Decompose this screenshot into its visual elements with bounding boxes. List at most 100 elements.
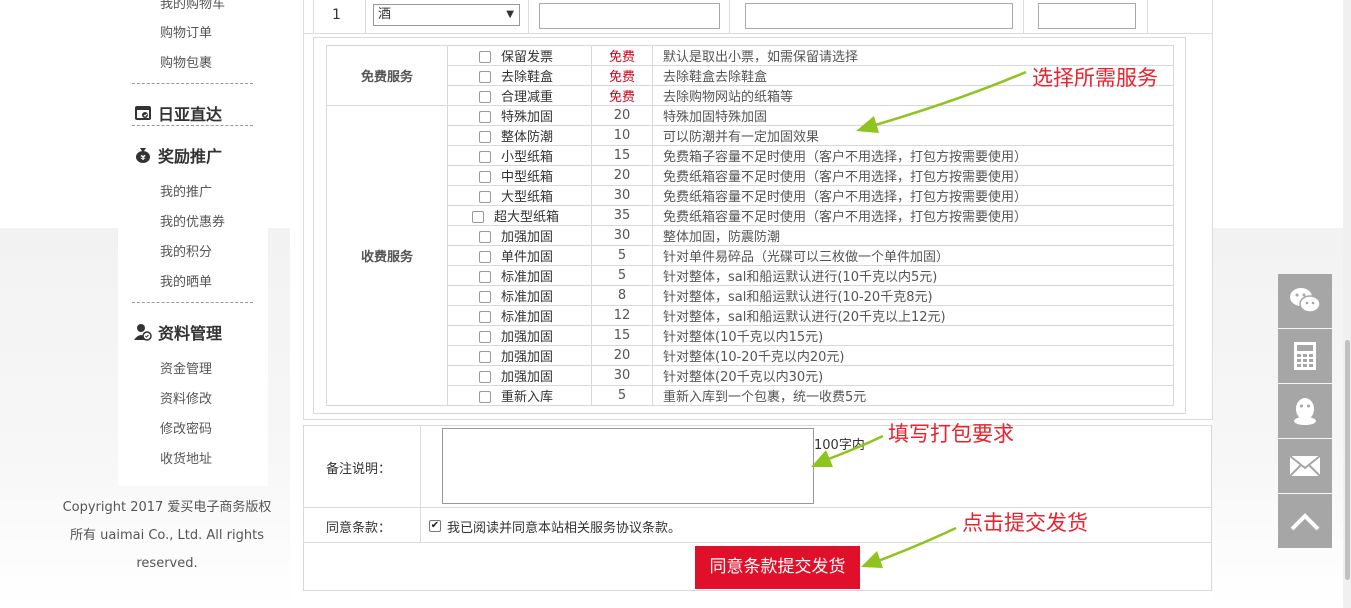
service-option[interactable]: 合理减重 <box>447 85 592 106</box>
mail-icon <box>1289 455 1321 477</box>
service-name: 大型纸箱 <box>501 190 554 205</box>
service-option[interactable]: 小型纸箱 <box>447 145 592 166</box>
sidebar-link-funds[interactable]: 资金管理 <box>160 358 212 377</box>
service-description: 针对整体，sal和船运默认进行(20千克以上12元) <box>652 305 1174 326</box>
sidebar-section-japan[interactable]: 日亚直达 <box>134 101 222 125</box>
qq-button[interactable] <box>1278 384 1332 438</box>
calculator-button[interactable] <box>1278 329 1332 383</box>
service-price: 15 <box>591 145 653 166</box>
service-option[interactable]: 大型纸箱 <box>447 185 592 206</box>
service-checkbox[interactable] <box>479 111 491 123</box>
service-option[interactable]: 加强加固 <box>447 365 592 386</box>
annotation-fill-requirements: 填写打包要求 <box>888 422 1014 446</box>
sidebar-link-parcels[interactable]: 购物包裹 <box>160 52 212 71</box>
remark-textarea[interactable] <box>442 428 814 504</box>
sidebar-link-points[interactable]: 我的积分 <box>160 241 212 260</box>
service-option[interactable]: 重新入库 <box>447 385 592 406</box>
sidebar-divider <box>132 83 253 84</box>
service-checkbox[interactable] <box>479 291 491 303</box>
service-option[interactable]: 保留发票 <box>447 45 592 66</box>
service-checkbox[interactable] <box>479 271 491 283</box>
sidebar-section-profile-label: 资料管理 <box>158 324 223 343</box>
service-price: 20 <box>591 165 653 186</box>
category-select[interactable]: 酒 ▼ <box>373 4 520 26</box>
service-checkbox[interactable] <box>479 391 491 403</box>
service-checkbox[interactable] <box>479 151 491 163</box>
service-checkbox[interactable] <box>479 231 491 243</box>
main-border-left <box>303 0 304 420</box>
service-option[interactable]: 中型纸箱 <box>447 165 592 186</box>
sidebar-link-address[interactable]: 收货地址 <box>160 448 212 467</box>
service-row: 单件加固 5 针对单件易碎品（光碟可以三枚做一个单件加固） <box>327 245 1174 266</box>
service-name: 保留发票 <box>501 50 554 65</box>
service-row: 加强加固 30 整体加固，防震防潮 <box>327 225 1174 246</box>
service-price: 5 <box>591 265 653 286</box>
back-to-top-button[interactable] <box>1278 494 1332 548</box>
service-name: 加强加固 <box>501 230 554 245</box>
service-option[interactable]: 单件加固 <box>447 245 592 266</box>
service-name: 加强加固 <box>501 350 554 365</box>
service-price: 免费 <box>591 45 653 66</box>
item-url-input[interactable] <box>745 3 1013 29</box>
terms-checkbox[interactable]: ✔ <box>429 520 441 532</box>
form-col-divider <box>420 425 421 542</box>
service-option[interactable]: 特殊加固 <box>447 105 592 126</box>
service-option[interactable]: 加强加固 <box>447 225 592 246</box>
item-col-divider <box>365 0 366 33</box>
annotation-click-submit: 点击提交发货 <box>962 511 1088 535</box>
service-name: 加强加固 <box>501 330 554 345</box>
sidebar-link-change-password[interactable]: 修改密码 <box>160 418 212 437</box>
item-name-input[interactable] <box>539 3 720 29</box>
service-name: 特殊加固 <box>501 110 554 125</box>
item-col-divider <box>729 0 730 33</box>
mail-button[interactable] <box>1278 439 1332 493</box>
service-price: 15 <box>591 325 653 346</box>
service-option[interactable]: 标准加固 <box>447 305 592 326</box>
service-checkbox[interactable] <box>479 171 491 183</box>
sidebar-link-promotion[interactable]: 我的推广 <box>160 181 212 200</box>
wechat-button[interactable] <box>1278 274 1332 328</box>
service-checkbox[interactable] <box>479 71 491 83</box>
service-checkbox[interactable] <box>479 311 491 323</box>
service-description: 免费纸箱容量不足时使用（客户不用选择，打包方按需要使用） <box>652 165 1174 186</box>
service-checkbox[interactable] <box>479 251 491 263</box>
sidebar-link-orders[interactable]: 购物订单 <box>160 22 212 41</box>
service-name: 整体防潮 <box>501 130 554 145</box>
service-description: 免费纸箱容量不足时使用（客户不用选择，打包方按需要使用） <box>652 185 1174 206</box>
service-row: 加强加固 15 针对整体(10千克以内15元) <box>327 325 1174 346</box>
service-checkbox[interactable] <box>479 51 491 63</box>
service-checkbox[interactable] <box>479 91 491 103</box>
service-checkbox[interactable] <box>479 131 491 143</box>
main-border-right <box>1212 0 1213 420</box>
service-option[interactable]: 标准加固 <box>447 265 592 286</box>
service-row: 加强加固 30 针对整体(20千克以内30元) <box>327 365 1174 386</box>
service-option[interactable]: 加强加固 <box>447 325 592 346</box>
service-option[interactable]: 标准加固 <box>447 285 592 306</box>
user-settings-icon <box>134 324 152 341</box>
service-checkbox[interactable] <box>479 191 491 203</box>
paid-services-label: 收费服务 <box>326 105 448 406</box>
item-row-bottom <box>303 33 1213 34</box>
service-option[interactable]: 加强加固 <box>447 345 592 366</box>
service-name: 小型纸箱 <box>501 150 554 165</box>
service-option[interactable]: 超大型纸箱 <box>447 205 592 226</box>
service-row: 收费服务 特殊加固 20 特殊加固特殊加固 <box>326 105 1174 406</box>
service-checkbox[interactable] <box>479 331 491 343</box>
submit-button[interactable]: 同意条款提交发货 <box>695 546 860 589</box>
sidebar-link-coupons[interactable]: 我的优惠券 <box>160 211 225 230</box>
service-checkbox[interactable] <box>472 211 484 223</box>
service-name: 标准加固 <box>501 270 554 285</box>
service-option[interactable]: 去除鞋盒 <box>447 65 592 86</box>
service-checkbox[interactable] <box>479 351 491 363</box>
sidebar-link-cart[interactable]: 我的购物车 <box>160 0 225 12</box>
sidebar-link-show[interactable]: 我的晒单 <box>160 271 212 290</box>
service-option[interactable]: 整体防潮 <box>447 125 592 146</box>
service-checkbox[interactable] <box>479 371 491 383</box>
sidebar-link-edit-profile[interactable]: 资料修改 <box>160 388 212 407</box>
service-name: 超大型纸箱 <box>494 210 560 225</box>
scrollbar-thumb[interactable] <box>1345 340 1350 580</box>
free-services-label: 免费服务 <box>326 45 448 106</box>
sidebar: 我的购物车 购物订单 购物包裹 日亚直达 ¥ 奖励推广 我的推广 我的优惠券 我… <box>118 0 268 486</box>
item-quantity-input[interactable] <box>1038 3 1136 29</box>
terms-text[interactable]: 我已阅读并同意本站相关服务协议条款。 <box>447 517 681 536</box>
